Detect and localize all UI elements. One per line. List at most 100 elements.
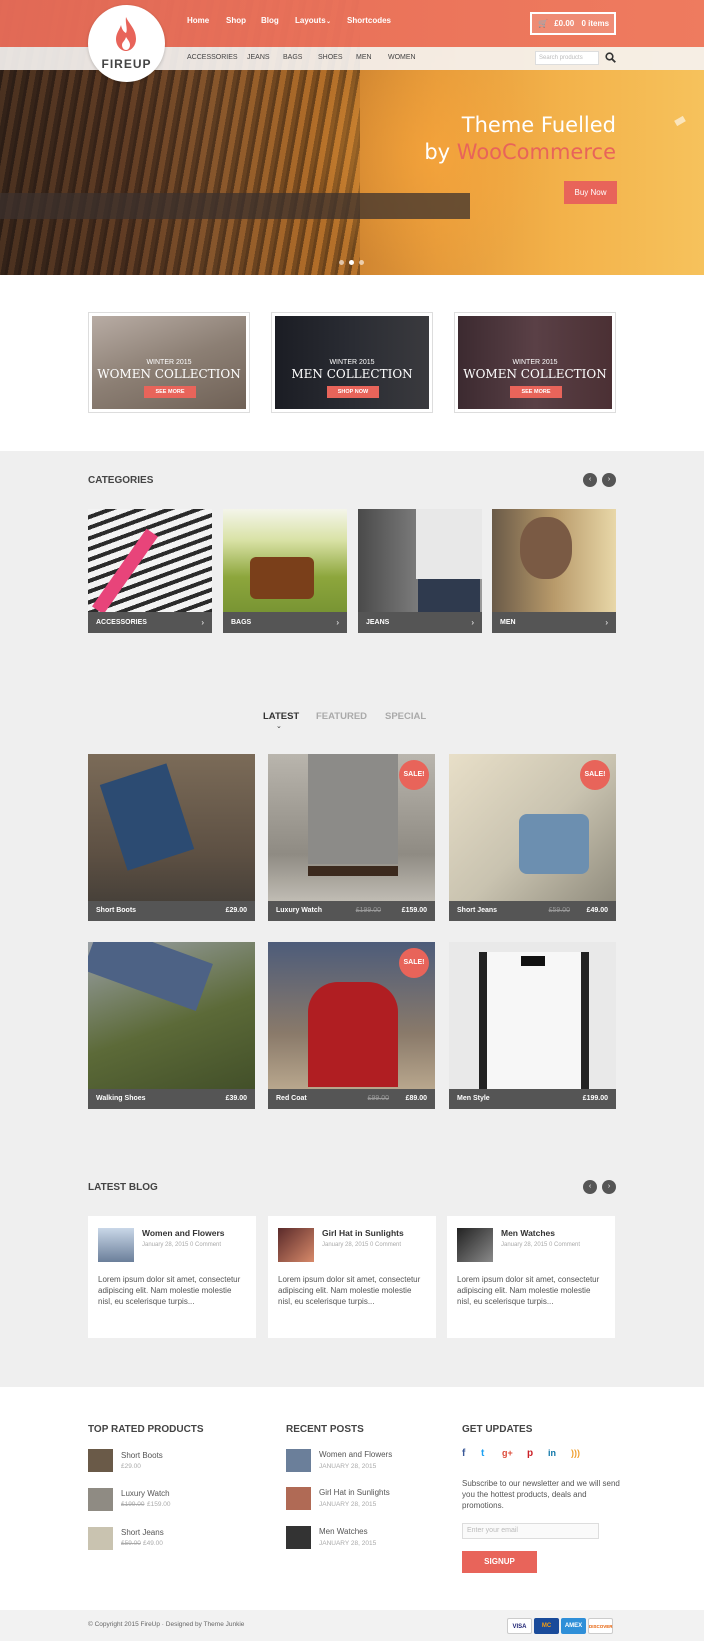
- categories-carousel-nav: ‹ ›: [583, 473, 616, 487]
- post-thumbnail[interactable]: [286, 1526, 311, 1549]
- product-old-price: £99.00: [367, 1095, 389, 1102]
- product-card[interactable]: SALE! Luxury Watch £199.00 £159.00: [268, 754, 435, 921]
- product-price: £39.00: [225, 1095, 247, 1102]
- blog-title[interactable]: Girl Hat in Sunlights: [322, 1228, 404, 1238]
- bag-shape: [250, 557, 314, 599]
- subnav-men[interactable]: MEN: [356, 54, 372, 61]
- product-card[interactable]: Walking Shoes £39.00: [88, 942, 255, 1109]
- cart-icon: 🛒: [538, 19, 548, 28]
- blog-thumbnail[interactable]: [98, 1228, 134, 1262]
- blog-thumbnail[interactable]: [278, 1228, 314, 1262]
- nav-shortcodes[interactable]: Shortcodes: [347, 16, 391, 25]
- site-logo[interactable]: FIREUP: [88, 5, 165, 82]
- promo-button[interactable]: SHOP NOW: [327, 386, 379, 398]
- slider-dot-1[interactable]: [339, 260, 344, 265]
- nav-home[interactable]: Home: [187, 16, 209, 25]
- tab-special[interactable]: SPECIAL: [385, 711, 426, 722]
- recent-posts-heading: RECENT POSTS: [286, 1424, 364, 1435]
- promo-button[interactable]: SEE MORE: [510, 386, 562, 398]
- blog-thumbnail[interactable]: [457, 1228, 493, 1262]
- product-card[interactable]: Men Style £199.00: [449, 942, 616, 1109]
- product-thumbnail[interactable]: [88, 1488, 113, 1511]
- tab-featured[interactable]: FEATURED: [316, 711, 367, 722]
- product-link[interactable]: Short Boots: [121, 1451, 163, 1460]
- product-name: Red Coat: [276, 1095, 307, 1102]
- strap-shape: [92, 528, 158, 615]
- signup-button[interactable]: SIGNUP: [462, 1551, 537, 1573]
- prev-arrow-icon[interactable]: ‹: [583, 473, 597, 487]
- mastercard-icon: MC: [534, 1618, 559, 1634]
- newsletter-text: Subscribe to our newsletter and we will …: [462, 1479, 620, 1510]
- nav-layouts[interactable]: Layouts: [295, 16, 326, 25]
- post-link[interactable]: Women and Flowers: [319, 1450, 392, 1459]
- twitter-icon[interactable]: t: [481, 1448, 484, 1459]
- promo-title: WOMEN COLLECTION: [463, 367, 607, 381]
- nav-shop[interactable]: Shop: [226, 16, 246, 25]
- chevron-right-icon: ›: [605, 618, 608, 627]
- category-men[interactable]: MEN ›: [492, 509, 616, 633]
- blog-title[interactable]: Women and Flowers: [142, 1228, 225, 1238]
- facebook-icon[interactable]: f: [462, 1448, 465, 1459]
- subnav-jeans[interactable]: JEANS: [247, 54, 270, 61]
- post-link[interactable]: Men Watches: [319, 1527, 368, 1536]
- cart-total: £0.00: [554, 19, 575, 28]
- blog-card[interactable]: Women and Flowers January 28, 2015 0 Com…: [88, 1216, 256, 1338]
- product-card[interactable]: SALE! Red Coat £99.00 £89.00: [268, 942, 435, 1109]
- linkedin-icon[interactable]: in: [548, 1448, 556, 1458]
- product-link[interactable]: Luxury Watch: [121, 1489, 170, 1498]
- product-price: £29.00: [225, 907, 247, 914]
- nav-blog[interactable]: Blog: [261, 16, 279, 25]
- get-updates-heading: GET UPDATES: [462, 1424, 533, 1435]
- category-bags[interactable]: BAGS ›: [223, 509, 347, 633]
- promo-banner-women[interactable]: WINTER 2015 WOMEN COLLECTION SEE MORE: [89, 313, 249, 412]
- promo-banner-men[interactable]: WINTER 2015 MEN COLLECTION SHOP NOW: [272, 313, 432, 412]
- cart-count: 0 items: [581, 19, 610, 28]
- post-link[interactable]: Girl Hat in Sunlights: [319, 1488, 390, 1497]
- product-bar: Luxury Watch £199.00 £159.00: [268, 901, 435, 921]
- subnav-women[interactable]: WOMEN: [388, 54, 416, 61]
- promo-season: WINTER 2015: [146, 359, 192, 366]
- latest-blog-heading: LATEST BLOG: [88, 1182, 158, 1193]
- bowtie-shape: [521, 956, 545, 966]
- buy-now-button[interactable]: Buy Now: [564, 181, 617, 204]
- product-thumbnail[interactable]: [88, 1449, 113, 1472]
- blog-card[interactable]: Girl Hat in Sunlights January 28, 2015 0…: [268, 1216, 436, 1338]
- post-thumbnail[interactable]: [286, 1449, 311, 1472]
- prev-arrow-icon[interactable]: ‹: [583, 1180, 597, 1194]
- product-bar: Men Style £199.00: [449, 1089, 616, 1109]
- category-accessories[interactable]: ACCESSORIES ›: [88, 509, 212, 633]
- subnav-bags[interactable]: BAGS: [283, 54, 302, 61]
- category-label: BAGS: [223, 612, 347, 633]
- google-plus-icon[interactable]: g+: [502, 1448, 513, 1458]
- search-input[interactable]: Search products: [535, 51, 599, 65]
- slider-dot-3[interactable]: [359, 260, 364, 265]
- slider-dot-2[interactable]: [349, 260, 354, 265]
- product-card[interactable]: SALE! Short Jeans £59.00 £49.00: [449, 754, 616, 921]
- blog-title[interactable]: Men Watches: [501, 1228, 555, 1238]
- category-jeans[interactable]: JEANS ›: [358, 509, 482, 633]
- product-name: Walking Shoes: [96, 1095, 146, 1102]
- product-link[interactable]: Short Jeans: [121, 1528, 164, 1537]
- search-icon[interactable]: [605, 52, 616, 63]
- next-arrow-icon[interactable]: ›: [602, 473, 616, 487]
- chevron-down-icon: ⌄: [276, 723, 282, 730]
- promo-banner-women-2[interactable]: WINTER 2015 WOMEN COLLECTION SEE MORE: [455, 313, 615, 412]
- promo-button[interactable]: SEE MORE: [144, 386, 196, 398]
- tab-latest[interactable]: LATEST: [263, 711, 299, 722]
- cart-button[interactable]: 🛒 £0.00 0 items: [530, 12, 616, 35]
- subnav-shoes[interactable]: SHOES: [318, 54, 343, 61]
- hero-title-by: by: [424, 140, 457, 164]
- logo-text: FIREUP: [101, 57, 152, 71]
- product-price: £159.00: [147, 1501, 171, 1508]
- rss-icon[interactable]: ))): [571, 1448, 580, 1458]
- product-old-price: £59.00: [121, 1540, 141, 1547]
- subnav-accessories[interactable]: ACCESSORIES: [187, 54, 238, 61]
- post-thumbnail[interactable]: [286, 1487, 311, 1510]
- product-card[interactable]: Short Boots £29.00: [88, 754, 255, 921]
- email-field[interactable]: Enter your email: [462, 1523, 599, 1539]
- blog-card[interactable]: Men Watches January 28, 2015 0 Comment L…: [447, 1216, 615, 1338]
- blog-excerpt: Lorem ipsum dolor sit amet, consectetur …: [98, 1275, 241, 1306]
- next-arrow-icon[interactable]: ›: [602, 1180, 616, 1194]
- pinterest-icon[interactable]: p: [527, 1448, 533, 1459]
- product-thumbnail[interactable]: [88, 1527, 113, 1550]
